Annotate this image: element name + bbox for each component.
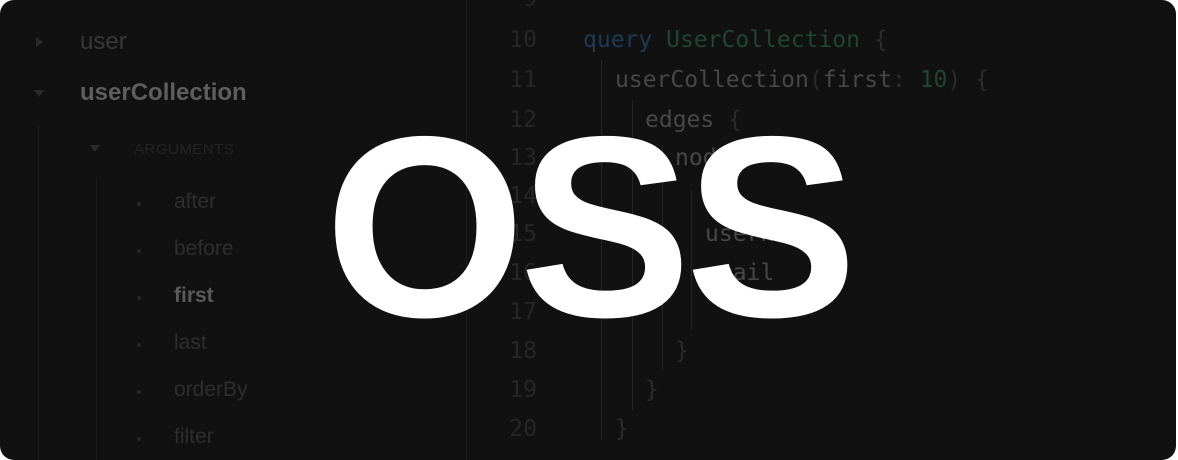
argument-item[interactable]: filter: [174, 425, 214, 449]
oss-title: OSS: [324, 82, 858, 371]
colon-token: :: [891, 67, 906, 93]
argument-item[interactable]: orderBy: [174, 378, 248, 402]
code-line[interactable]: }: [615, 416, 629, 442]
keyword-token: query: [583, 27, 653, 53]
paren-token: ): [947, 67, 962, 93]
brace-token: {: [975, 67, 989, 93]
line-number: 19: [509, 377, 537, 403]
code-line[interactable]: }: [645, 377, 659, 403]
brace-token: }: [645, 377, 659, 403]
brace-token: }: [615, 416, 629, 442]
line-number: 20: [509, 416, 537, 442]
caret-right-icon[interactable]: [36, 37, 43, 47]
graphql-explorer-window: user userCollection ARGUMENTS after befo…: [0, 0, 1176, 460]
caret-down-icon[interactable]: [34, 90, 44, 97]
number-token: 10: [919, 67, 948, 93]
code-line[interactable]: query UserCollection {: [583, 27, 888, 53]
brace-token: {: [873, 27, 888, 53]
line-number: 9: [467, 0, 537, 12]
bullet-icon: [137, 437, 141, 441]
bullet-icon: [137, 390, 141, 394]
field-user[interactable]: user: [80, 28, 127, 56]
operation-name-token: UserCollection: [666, 27, 860, 53]
line-number: 10: [509, 27, 537, 53]
